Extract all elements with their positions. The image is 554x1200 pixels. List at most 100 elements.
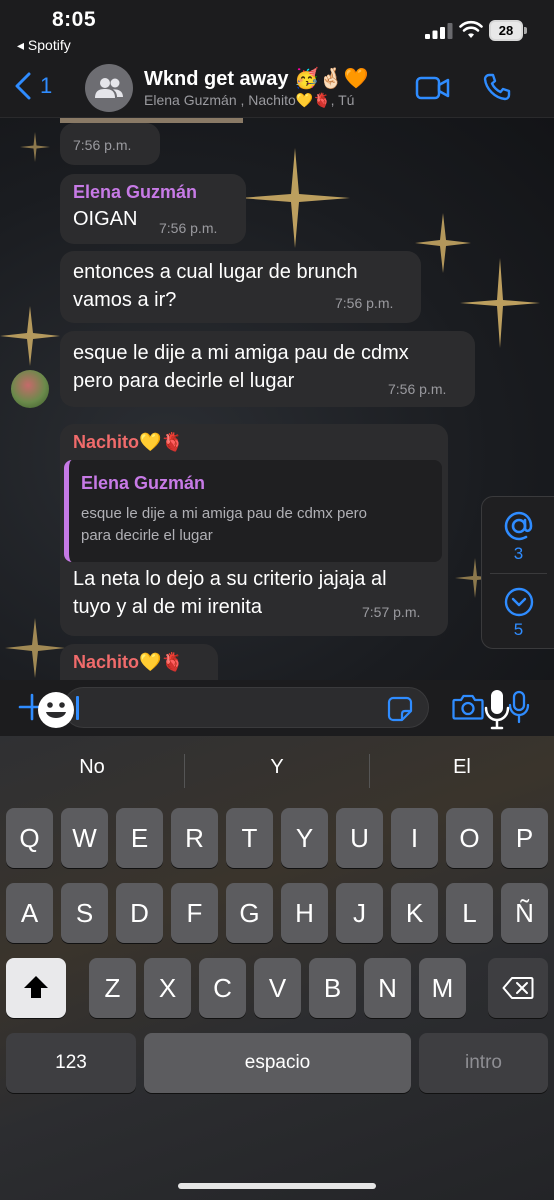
- message-bubble[interactable]: entonces a cual lugar de brunch vamos a …: [60, 251, 421, 323]
- video-call-icon[interactable]: [415, 75, 451, 101]
- message-input[interactable]: [63, 687, 429, 728]
- key[interactable]: G: [226, 883, 273, 943]
- suggestion-bar: No Y El: [0, 736, 554, 806]
- keyboard: No Y El Q W E R T Y U I O P A S D F G H …: [0, 736, 554, 1200]
- jump-panel: 3 5: [481, 496, 554, 649]
- sender-avatar[interactable]: [11, 370, 49, 408]
- message-time: 7:56 p.m.: [73, 137, 132, 153]
- chevron-left-icon: [15, 72, 31, 100]
- star-decoration-icon: [0, 306, 60, 366]
- return-key[interactable]: intro: [419, 1033, 548, 1093]
- emoji-icon[interactable]: [36, 690, 76, 730]
- message-text-line: pero para decirle el lugar: [73, 370, 295, 392]
- key[interactable]: E: [116, 808, 163, 868]
- key[interactable]: Y: [281, 808, 328, 868]
- key[interactable]: S: [61, 883, 108, 943]
- message-sender[interactable]: Nachito💛🫀: [73, 652, 184, 673]
- message-text-line: vamos a ir?: [73, 289, 177, 311]
- key[interactable]: R: [171, 808, 218, 868]
- suggestion-item[interactable]: El: [370, 756, 554, 779]
- dictation-microphone-icon[interactable]: [483, 688, 511, 730]
- quoted-sender: Elena Guzmán: [81, 473, 206, 493]
- group-title[interactable]: Wknd get away 🥳🤞🏻🧡: [144, 66, 369, 91]
- key[interactable]: P: [501, 808, 548, 868]
- suggestion-item[interactable]: No: [0, 756, 184, 779]
- shift-key[interactable]: [6, 958, 66, 1018]
- shift-arrow-icon: [24, 976, 48, 998]
- quoted-text-line: esque le dije a mi amiga pau de cdmx per…: [81, 505, 367, 522]
- group-icon: [95, 78, 123, 98]
- message-text-line: entonces a cual lugar de brunch: [73, 261, 358, 283]
- key[interactable]: L: [446, 883, 493, 943]
- key[interactable]: M: [419, 958, 466, 1018]
- quoted-message[interactable]: Elena Guzmán esque le dije a mi amiga pa…: [64, 460, 442, 562]
- divider: [490, 573, 547, 574]
- message-time: 7:56 p.m.: [335, 295, 394, 311]
- message-text-line: La neta lo dejo a su criterio jajaja al: [73, 568, 387, 590]
- key[interactable]: K: [391, 883, 438, 943]
- text-cursor: [76, 696, 79, 720]
- message-bubble[interactable]: esque le dije a mi amiga pau de cdmx per…: [60, 331, 475, 407]
- key[interactable]: A: [6, 883, 53, 943]
- status-bar: 8:05 ◂ Spotify 28: [0, 0, 554, 60]
- message-text: OIGAN: [73, 208, 138, 230]
- key[interactable]: O: [446, 808, 493, 868]
- key[interactable]: I: [391, 808, 438, 868]
- camera-icon[interactable]: [452, 693, 484, 721]
- mention-icon[interactable]: [502, 509, 536, 543]
- star-decoration-icon: [5, 618, 65, 678]
- sticker-icon[interactable]: [387, 696, 413, 722]
- key[interactable]: Z: [89, 958, 136, 1018]
- key[interactable]: D: [116, 883, 163, 943]
- message-sender[interactable]: Nachito💛🫀: [73, 432, 184, 453]
- status-time: 8:05: [52, 8, 97, 31]
- key[interactable]: X: [144, 958, 191, 1018]
- chevron-down-circle-icon[interactable]: [502, 585, 536, 619]
- back-to-app-link[interactable]: ◂ Spotify: [17, 37, 71, 54]
- message-text-line: esque le dije a mi amiga pau de cdmx: [73, 342, 409, 364]
- backspace-key[interactable]: [488, 958, 548, 1018]
- key[interactable]: J: [336, 883, 383, 943]
- key[interactable]: Ñ: [501, 883, 548, 943]
- wifi-icon: [459, 20, 483, 38]
- key[interactable]: Q: [6, 808, 53, 868]
- cellular-signal-icon: [425, 23, 453, 39]
- numbers-key[interactable]: 123: [6, 1033, 136, 1093]
- back-button[interactable]: 1: [14, 72, 52, 100]
- key[interactable]: U: [336, 808, 383, 868]
- composer-bar: [0, 680, 554, 736]
- key[interactable]: W: [61, 808, 108, 868]
- suggestion-item[interactable]: Y: [185, 756, 369, 779]
- message-time: 7:56 p.m.: [159, 220, 218, 236]
- message-bubble[interactable]: Elena Guzmán OIGAN 7:56 p.m.: [60, 174, 246, 244]
- group-avatar[interactable]: [85, 64, 133, 112]
- battery-indicator: 28: [489, 20, 527, 41]
- space-key[interactable]: espacio: [144, 1033, 411, 1093]
- key[interactable]: C: [199, 958, 246, 1018]
- key[interactable]: T: [226, 808, 273, 868]
- unread-chats-count: 1: [40, 73, 53, 98]
- chat-messages-area[interactable]: 7:56 p.m. Elena Guzmán OIGAN 7:56 p.m. e…: [0, 118, 554, 680]
- microphone-icon[interactable]: [508, 690, 530, 724]
- message-text-line: tuyo y al de mi irenita: [73, 596, 262, 618]
- chat-header: 1 Wknd get away 🥳🤞🏻🧡 Elena Guzmán , Nach…: [0, 60, 554, 118]
- key[interactable]: V: [254, 958, 301, 1018]
- star-decoration-icon: [240, 148, 350, 248]
- star-decoration-icon: [460, 258, 540, 348]
- key[interactable]: F: [171, 883, 218, 943]
- key[interactable]: H: [281, 883, 328, 943]
- quoted-text-line: para decirle el lugar: [81, 527, 213, 544]
- message-bubble[interactable]: Nachito💛🫀: [60, 644, 218, 680]
- message-time: 7:57 p.m.: [362, 604, 421, 620]
- phone-call-icon[interactable]: [482, 72, 512, 102]
- message-sender[interactable]: Elena Guzmán: [73, 182, 197, 203]
- home-indicator[interactable]: [178, 1183, 376, 1189]
- group-members[interactable]: Elena Guzmán , Nachito💛🫀, Tú: [144, 92, 399, 109]
- unread-count[interactable]: 5: [482, 620, 554, 640]
- key[interactable]: N: [364, 958, 411, 1018]
- backspace-icon: [502, 977, 534, 999]
- key[interactable]: B: [309, 958, 356, 1018]
- message-bubble[interactable]: 7:56 p.m.: [60, 123, 160, 165]
- mentions-count[interactable]: 3: [482, 544, 554, 564]
- message-time: 7:56 p.m.: [388, 381, 447, 397]
